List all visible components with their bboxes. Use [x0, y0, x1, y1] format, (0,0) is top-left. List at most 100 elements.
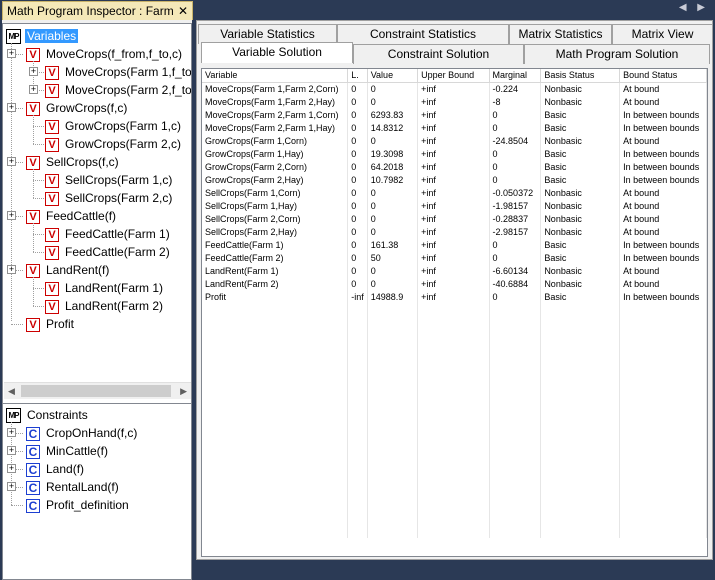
- tab-matrix-statistics[interactable]: Matrix Statistics: [509, 24, 612, 44]
- table-cell: LandRent(Farm 2): [202, 277, 349, 290]
- table-cell: 0: [347, 121, 368, 134]
- constraints-root[interactable]: MP Constraints: [6, 406, 90, 424]
- tab-math-program-solution[interactable]: Math Program Solution: [524, 44, 710, 64]
- table-row[interactable]: Profit -inf 14988.9 +inf 0 Basic In between bo…: [202, 290, 707, 303]
- variable-group-4[interactable]: V LandRent(f): [26, 261, 111, 279]
- document-tab[interactable]: Math Program Inspector : Farm ✕: [2, 1, 193, 20]
- column-header-2[interactable]: Value: [367, 69, 419, 83]
- table-row[interactable]: SellCrops(Farm 2,Hay) 0 0 +inf -2.98157 Nonba…: [202, 225, 707, 238]
- table-row[interactable]: SellCrops(Farm 1,Hay) 0 0 +inf -1.98157 Nonba…: [202, 199, 707, 212]
- scroll-right-arrow-icon[interactable]: ▶: [180, 386, 187, 397]
- variable-item[interactable]: V GrowCrops(Farm 1,c): [45, 117, 183, 135]
- variable-item[interactable]: V SellCrops(Farm 2,c): [45, 189, 174, 207]
- expand-icon[interactable]: +: [7, 464, 16, 473]
- tab-constraint-solution[interactable]: Constraint Solution: [353, 44, 524, 64]
- constraint-item[interactable]: C RentalLand(f): [26, 478, 121, 496]
- variable-item-label: SellCrops(Farm 2,c): [65, 191, 173, 205]
- column-header-3[interactable]: Upper Bound: [417, 69, 490, 83]
- column-header-5[interactable]: Basis Status: [540, 69, 621, 83]
- constraint-item[interactable]: C MinCattle(f): [26, 442, 110, 460]
- close-icon[interactable]: ✕: [178, 2, 188, 20]
- table-cell: 10.7982: [367, 173, 419, 186]
- table-row[interactable]: FeedCattle(Farm 1) 0 161.38 +inf 0 Basic In be…: [202, 238, 707, 251]
- table-row[interactable]: GrowCrops(Farm 1,Corn) 0 0 +inf -24.8504 Nonb…: [202, 134, 707, 147]
- tab-variable-solution[interactable]: Variable Solution: [201, 42, 353, 63]
- variable-icon: V: [45, 173, 59, 188]
- tab-variable-statistics[interactable]: Variable Statistics: [198, 24, 337, 44]
- table-cell: At bound: [619, 277, 707, 290]
- column-header-6[interactable]: Bound Status: [619, 69, 707, 83]
- constraint-item[interactable]: C Profit_definition: [26, 496, 131, 514]
- variable-item[interactable]: V SellCrops(Farm 1,c): [45, 171, 174, 189]
- tree-line: [33, 115, 34, 144]
- empty-cell: [347, 303, 368, 538]
- table-row[interactable]: FeedCattle(Farm 2) 0 50 +inf 0 Basic In betwee…: [202, 251, 707, 264]
- variable-item[interactable]: V GrowCrops(Farm 2,c): [45, 135, 183, 153]
- column-header-0[interactable]: Variable: [202, 69, 349, 83]
- variable-item[interactable]: V MoveCrops(Farm 1,f_to: [45, 63, 191, 81]
- table-row[interactable]: LandRent(Farm 2) 0 0 +inf -40.6884 Nonbasic At…: [202, 277, 707, 290]
- variables-root[interactable]: MP Variables: [6, 27, 79, 45]
- table-cell: GrowCrops(Farm 2,Hay): [202, 173, 349, 186]
- table-cell: At bound: [619, 225, 707, 238]
- table-cell: 0: [489, 121, 542, 134]
- variable-item[interactable]: V LandRent(Farm 1): [45, 279, 165, 297]
- constraint-item[interactable]: C Land(f): [26, 460, 86, 478]
- variable-solution-grid: Variable L. Value Upper Bound Marginal Basis …: [202, 69, 707, 538]
- expand-icon[interactable]: +: [7, 446, 16, 455]
- table-row[interactable]: LandRent(Farm 1) 0 0 +inf -6.60134 Nonbasic At…: [202, 264, 707, 277]
- table-cell: SellCrops(Farm 1,Corn): [202, 186, 349, 199]
- expand-icon[interactable]: +: [7, 49, 16, 58]
- tab-matrix-view[interactable]: Matrix View: [612, 24, 713, 44]
- tree-line: [33, 180, 44, 181]
- variable-item[interactable]: V FeedCattle(Farm 2): [45, 243, 172, 261]
- table-row[interactable]: GrowCrops(Farm 2,Corn) 0 64.2018 +inf 0 Basic…: [202, 160, 707, 173]
- variable-item[interactable]: V FeedCattle(Farm 1): [45, 225, 172, 243]
- table-cell: 6293.83: [367, 108, 419, 121]
- variable-item[interactable]: V MoveCrops(Farm 2,f_to: [45, 81, 191, 99]
- solution-grid-container[interactable]: Variable L. Value Upper Bound Marginal Basis …: [201, 68, 708, 557]
- table-row[interactable]: SellCrops(Farm 1,Corn) 0 0 +inf -0.050372 Non…: [202, 186, 707, 199]
- horizontal-scrollbar[interactable]: ◀ ▶: [4, 382, 191, 399]
- table-cell: In between bounds: [619, 147, 707, 160]
- constraint-item[interactable]: C CropOnHand(f,c): [26, 424, 139, 442]
- scrollbar-thumb[interactable]: [21, 385, 171, 397]
- expand-icon[interactable]: +: [7, 428, 16, 437]
- variable-group-0[interactable]: V MoveCrops(f_from,f_to,c): [26, 45, 184, 63]
- table-row[interactable]: MoveCrops(Farm 1,Farm 2,Corn) 0 0 +inf -0.22…: [202, 82, 707, 95]
- variable-item[interactable]: V LandRent(Farm 2): [45, 297, 165, 315]
- constraint-icon: C: [26, 462, 40, 477]
- tab-constraint-statistics[interactable]: Constraint Statistics: [337, 24, 509, 44]
- expand-icon[interactable]: +: [7, 157, 16, 166]
- table-row[interactable]: MoveCrops(Farm 2,Farm 1,Hay) 0 14.8312 +inf…: [202, 121, 707, 134]
- scroll-left-arrow-icon[interactable]: ◀: [8, 386, 15, 397]
- constraints-tree[interactable]: MP Constraints + C CropOnHand(f,c) + C MinCattl…: [2, 403, 192, 580]
- expand-icon[interactable]: +: [29, 85, 38, 94]
- expand-icon[interactable]: +: [29, 67, 38, 76]
- variable-group-1[interactable]: V GrowCrops(f,c): [26, 99, 129, 117]
- variable-group-2[interactable]: V SellCrops(f,c): [26, 153, 121, 171]
- variable-group-3[interactable]: V FeedCattle(f): [26, 207, 118, 225]
- tree-line: [33, 169, 34, 198]
- empty-cell: [202, 303, 349, 538]
- left-pane: ◀ ▶ MP Variables + V MoveCrops(f_from,f_to,c…: [2, 20, 192, 580]
- table-row[interactable]: MoveCrops(Farm 1,Farm 2,Hay) 0 0 +inf -8 Nonb…: [202, 95, 707, 108]
- table-row[interactable]: MoveCrops(Farm 2,Farm 1,Corn) 0 6293.83 +in…: [202, 108, 707, 121]
- table-cell: +inf: [417, 238, 490, 251]
- expand-icon[interactable]: +: [7, 482, 16, 491]
- table-row[interactable]: GrowCrops(Farm 2,Hay) 0 10.7982 +inf 0 Basic I…: [202, 173, 707, 186]
- table-cell: 0: [347, 212, 368, 225]
- table-row[interactable]: GrowCrops(Farm 1,Hay) 0 19.3098 +inf 0 Basic I…: [202, 147, 707, 160]
- variable-icon: V: [26, 209, 40, 224]
- variable-group-5[interactable]: V Profit: [26, 315, 76, 333]
- column-header-4[interactable]: Marginal: [489, 69, 542, 83]
- expand-icon[interactable]: +: [7, 211, 16, 220]
- variables-tree[interactable]: ◀ ▶ MP Variables + V MoveCrops(f_from,f_to,c…: [2, 23, 192, 417]
- expand-icon[interactable]: +: [7, 103, 16, 112]
- column-header-1[interactable]: L.: [347, 69, 368, 83]
- expand-icon[interactable]: +: [7, 265, 16, 274]
- scroll-right-icon[interactable]: ▶: [697, 2, 709, 13]
- table-row[interactable]: SellCrops(Farm 2,Corn) 0 0 +inf -0.28837 Nonb…: [202, 212, 707, 225]
- table-cell: Nonbasic: [540, 264, 621, 277]
- scroll-left-icon[interactable]: ◀: [679, 2, 691, 13]
